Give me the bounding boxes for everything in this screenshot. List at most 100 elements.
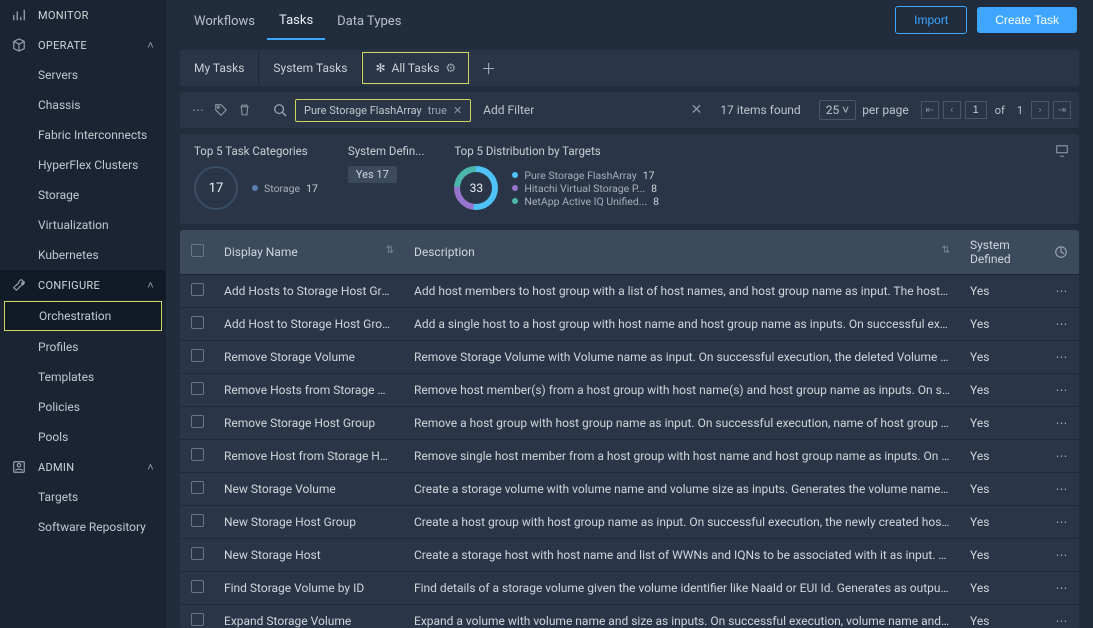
subtab-systemtasks[interactable]: System Tasks <box>259 51 362 85</box>
table-row[interactable]: Remove Hosts from Storage Host GroupRemo… <box>180 374 1079 407</box>
row-actions[interactable]: ⋯ <box>1045 341 1079 374</box>
cell-name: Find Storage Volume by ID <box>214 572 404 605</box>
page-first-button[interactable]: ⇤ <box>921 101 939 119</box>
table-row[interactable]: Expand Storage VolumeExpand a volume wit… <box>180 605 1079 628</box>
create-task-button[interactable]: Create Task <box>977 7 1077 33</box>
tab-datatypes[interactable]: Data Types <box>325 2 413 39</box>
row-actions[interactable]: ⋯ <box>1045 539 1079 572</box>
sidebar-item-servers[interactable]: Servers <box>0 60 166 90</box>
row-actions[interactable]: ⋯ <box>1045 506 1079 539</box>
page-next-button[interactable]: › <box>1031 101 1049 119</box>
nav-label: ADMIN <box>38 461 74 474</box>
table-row[interactable]: Add Host to Storage Host GroupAdd a sing… <box>180 308 1079 341</box>
row-checkbox[interactable] <box>180 374 214 407</box>
table-row[interactable]: Remove Storage Host GroupRemove a host g… <box>180 407 1079 440</box>
col-system-defined[interactable]: System Defined <box>960 230 1045 275</box>
row-checkbox[interactable] <box>180 407 214 440</box>
row-actions[interactable]: ⋯ <box>1045 407 1079 440</box>
cell-desc: Create a storage volume with volume name… <box>404 473 960 506</box>
row-checkbox[interactable] <box>180 605 214 628</box>
stat-title: Top 5 Task Categories <box>194 144 318 158</box>
table-row[interactable]: New Storage Host GroupCreate a host grou… <box>180 506 1079 539</box>
table-row[interactable]: Remove Storage VolumeRemove Storage Volu… <box>180 341 1079 374</box>
sidebar-item-software-repository[interactable]: Software Repository <box>0 512 166 542</box>
page-input[interactable] <box>965 101 987 119</box>
sidebar-item-templates[interactable]: Templates <box>0 362 166 392</box>
row-actions[interactable]: ⋯ <box>1045 374 1079 407</box>
col-description[interactable]: Description⇅ <box>404 230 960 275</box>
cell-desc: Add host members to host group with a li… <box>404 275 960 308</box>
select-all-checkbox[interactable] <box>180 230 214 275</box>
nav-section-admin[interactable]: ADMIN ˄ <box>0 452 166 482</box>
ring-chart: 17 <box>194 166 238 210</box>
items-found-label: 17 items found <box>720 103 800 117</box>
add-filter-button[interactable]: Add Filter <box>483 103 534 117</box>
import-button[interactable]: Import <box>895 6 967 34</box>
row-actions[interactable]: ⋯ <box>1045 572 1079 605</box>
row-checkbox[interactable] <box>180 539 214 572</box>
page-prev-button[interactable]: ‹ <box>943 101 961 119</box>
sidebar-item-storage[interactable]: Storage <box>0 180 166 210</box>
more-icon[interactable]: ⋯ <box>192 103 204 117</box>
sidebar-item-policies[interactable]: Policies <box>0 392 166 422</box>
per-page-control[interactable]: 25 ˅ per page <box>819 100 909 120</box>
trash-icon[interactable] <box>238 103 251 117</box>
row-checkbox[interactable] <box>180 275 214 308</box>
gear-icon[interactable]: ⚙ <box>445 61 456 75</box>
legend-item: Hitachi Virtual Storage P...8 <box>512 182 659 195</box>
of-label: of <box>995 104 1005 117</box>
legend-item: Storage 17 <box>252 182 318 195</box>
row-checkbox[interactable] <box>180 506 214 539</box>
sidebar-item-hyperflex-clusters[interactable]: HyperFlex Clusters <box>0 150 166 180</box>
row-actions[interactable]: ⋯ <box>1045 473 1079 506</box>
sidebar-item-virtualization[interactable]: Virtualization <box>0 210 166 240</box>
main: Workflows Tasks Data Types Import Create… <box>166 0 1093 628</box>
clear-filters-button[interactable]: ✕ <box>691 102 703 118</box>
nav-section-operate[interactable]: OPERATE ˄ <box>0 30 166 60</box>
cell-name: Add Host to Storage Host Group <box>214 308 404 341</box>
cell-sys: Yes <box>960 440 1045 473</box>
filter-chip[interactable]: Pure Storage FlashArray true ✕ <box>295 99 471 122</box>
sidebar-item-orchestration[interactable]: Orchestration <box>4 301 162 331</box>
filter-chip-value: true <box>428 104 447 117</box>
cell-sys: Yes <box>960 308 1045 341</box>
row-checkbox[interactable] <box>180 473 214 506</box>
table-row[interactable]: Add Hosts to Storage Host GroupAdd host … <box>180 275 1079 308</box>
close-icon[interactable]: ✕ <box>453 104 462 117</box>
sidebar-item-chassis[interactable]: Chassis <box>0 90 166 120</box>
table-row[interactable]: Remove Host from Storage Host GroupRemov… <box>180 440 1079 473</box>
cell-name: Remove Storage Volume <box>214 341 404 374</box>
stat-system-defined: System Defin... Yes 17 <box>348 144 424 191</box>
subtab-alltasks[interactable]: ✻ All Tasks ⚙ <box>362 52 469 84</box>
row-actions[interactable]: ⋯ <box>1045 308 1079 341</box>
row-actions[interactable]: ⋯ <box>1045 605 1079 628</box>
subtab-mytasks[interactable]: My Tasks <box>180 51 259 85</box>
row-checkbox[interactable] <box>180 440 214 473</box>
sidebar-item-kubernetes[interactable]: Kubernetes <box>0 240 166 270</box>
row-checkbox[interactable] <box>180 341 214 374</box>
sidebar-item-targets[interactable]: Targets <box>0 482 166 512</box>
row-actions[interactable]: ⋯ <box>1045 275 1079 308</box>
search-icon[interactable] <box>273 103 287 117</box>
stats-row: Top 5 Task Categories 17 Storage 17 Syst… <box>180 134 1079 224</box>
expand-icon[interactable] <box>1055 144 1069 158</box>
nav-section-configure[interactable]: CONFIGURE ˄ <box>0 270 166 300</box>
tab-workflows[interactable]: Workflows <box>182 2 267 39</box>
nav-section-monitor[interactable]: MONITOR <box>0 0 166 30</box>
table-row[interactable]: New Storage HostCreate a storage host wi… <box>180 539 1079 572</box>
page-last-button[interactable]: ⇥ <box>1053 101 1071 119</box>
sidebar-item-pools[interactable]: Pools <box>0 422 166 452</box>
table-row[interactable]: Find Storage Volume by IDFind details of… <box>180 572 1079 605</box>
tab-tasks[interactable]: Tasks <box>267 1 325 40</box>
table-row[interactable]: New Storage VolumeCreate a storage volum… <box>180 473 1079 506</box>
col-display-name[interactable]: Display Name⇅ <box>214 230 404 275</box>
cell-desc: Remove Storage Volume with Volume name a… <box>404 341 960 374</box>
add-tab-button[interactable]: ＋ <box>469 58 508 79</box>
row-actions[interactable]: ⋯ <box>1045 440 1079 473</box>
row-checkbox[interactable] <box>180 308 214 341</box>
sidebar-item-fabric-interconnects[interactable]: Fabric Interconnects <box>0 120 166 150</box>
sidebar-item-profiles[interactable]: Profiles <box>0 332 166 362</box>
cell-sys: Yes <box>960 374 1045 407</box>
tag-icon[interactable] <box>214 103 228 117</box>
row-checkbox[interactable] <box>180 572 214 605</box>
